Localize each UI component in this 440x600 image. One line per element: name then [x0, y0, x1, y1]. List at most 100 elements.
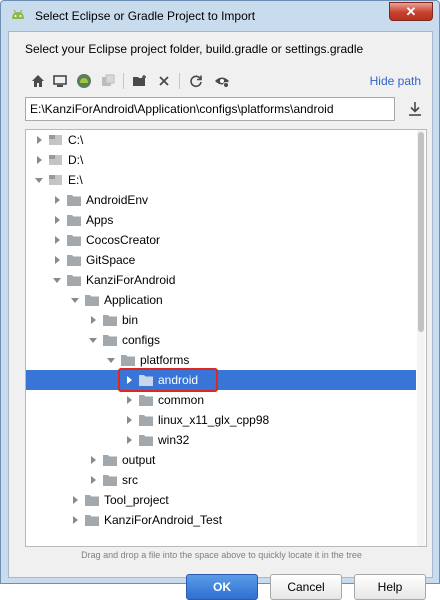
- folder-icon: [67, 275, 81, 286]
- tree-scrollbar[interactable]: [417, 130, 425, 546]
- tree-item-label: platforms: [140, 353, 190, 367]
- ok-button[interactable]: OK: [186, 574, 258, 600]
- android-project-icon[interactable]: [73, 70, 95, 92]
- chevron-right-icon[interactable]: [86, 473, 100, 487]
- drive-icon: [49, 155, 62, 165]
- cancel-button[interactable]: Cancel: [270, 574, 342, 600]
- tree-item-label: CocosCreator: [86, 233, 161, 247]
- refresh-icon[interactable]: [185, 70, 207, 92]
- chevron-down-icon[interactable]: [50, 273, 64, 287]
- drive-icon: [49, 175, 62, 185]
- home-icon[interactable]: [27, 70, 49, 92]
- tree-row[interactable]: configs: [26, 330, 416, 350]
- folder-icon: [139, 435, 153, 446]
- tree-item-label: configs: [122, 333, 161, 347]
- tree-row[interactable]: AndroidEnv: [26, 190, 416, 210]
- chevron-right-icon[interactable]: [122, 413, 136, 427]
- folder-icon: [67, 195, 81, 206]
- module-icon[interactable]: [97, 70, 119, 92]
- window-title: Select Eclipse or Gradle Project to Impo…: [35, 9, 256, 23]
- tree-item-label: AndroidEnv: [86, 193, 149, 207]
- chevron-right-icon[interactable]: [68, 493, 82, 507]
- help-button[interactable]: Help: [354, 574, 426, 600]
- dialog-window: Select Eclipse or Gradle Project to Impo…: [0, 0, 440, 600]
- tree-row[interactable]: output: [26, 450, 416, 470]
- chevron-right-icon[interactable]: [86, 313, 100, 327]
- chevron-right-icon[interactable]: [122, 433, 136, 447]
- android-studio-icon: [12, 9, 24, 19]
- dialog-content: Select your Eclipse project folder, buil…: [8, 31, 433, 600]
- path-row: [25, 97, 425, 121]
- tree-row[interactable]: Application: [26, 290, 416, 310]
- toolbar-separator: [123, 73, 124, 89]
- tree-row[interactable]: Apps: [26, 210, 416, 230]
- tree-item-label: D:\: [68, 153, 84, 167]
- tree-row[interactable]: win32: [26, 430, 416, 450]
- tree-item-label: src: [122, 473, 138, 487]
- hide-path-link[interactable]: Hide path: [370, 74, 421, 88]
- close-button[interactable]: ✕: [389, 2, 433, 21]
- instruction-text: Select your Eclipse project folder, buil…: [25, 42, 364, 56]
- tree-row[interactable]: common: [26, 390, 416, 410]
- tree-item-label: Tool_project: [104, 493, 169, 507]
- download-icon[interactable]: [405, 99, 425, 119]
- drive-icon: [49, 135, 62, 145]
- chevron-right-icon[interactable]: [50, 193, 64, 207]
- chevron-down-icon[interactable]: [32, 173, 46, 187]
- title-bar[interactable]: Select Eclipse or Gradle Project to Impo…: [1, 1, 439, 31]
- folder-icon: [85, 515, 99, 526]
- delete-icon[interactable]: [153, 70, 175, 92]
- folder-icon: [121, 355, 135, 366]
- tree-item-label: common: [158, 393, 205, 407]
- path-input[interactable]: [25, 97, 395, 121]
- tree-row[interactable]: C:\: [26, 130, 416, 150]
- annotation-highlight-box: [118, 368, 218, 392]
- chevron-right-icon[interactable]: [122, 393, 136, 407]
- chevron-right-icon[interactable]: [86, 453, 100, 467]
- tree-item-label: GitSpace: [86, 253, 136, 267]
- folder-icon: [103, 475, 117, 486]
- file-tree[interactable]: C:\ D:\ E:\ AndroidEnv Apps CocosCreator GitSp…: [25, 129, 427, 547]
- tree-row[interactable]: D:\: [26, 150, 416, 170]
- tree-item-label: KanziForAndroid: [86, 273, 176, 287]
- chevron-right-icon[interactable]: [68, 513, 82, 527]
- chevron-right-icon[interactable]: [32, 153, 46, 167]
- folder-icon: [103, 455, 117, 466]
- tree-row[interactable]: E:\: [26, 170, 416, 190]
- tree-item-label: C:\: [68, 133, 84, 147]
- tree-row[interactable]: GitSpace: [26, 250, 416, 270]
- tree-item-label: linux_x11_glx_cpp98: [158, 413, 270, 427]
- chevron-down-icon[interactable]: [86, 333, 100, 347]
- tree-row[interactable]: platforms: [26, 350, 416, 370]
- tree-row[interactable]: CocosCreator: [26, 230, 416, 250]
- tree-item-label: E:\: [68, 173, 83, 187]
- chevron-right-icon[interactable]: [50, 233, 64, 247]
- tree-row[interactable]: bin: [26, 310, 416, 330]
- chevron-right-icon[interactable]: [50, 253, 64, 267]
- folder-icon: [85, 495, 99, 506]
- tree-row[interactable]: Tool_project: [26, 490, 416, 510]
- scroll-thumb[interactable]: [418, 132, 424, 332]
- tree-item-label: win32: [158, 433, 190, 447]
- folder-icon: [67, 255, 81, 266]
- chevron-right-icon[interactable]: [32, 133, 46, 147]
- tree-row-selected[interactable]: android: [26, 370, 416, 390]
- drag-drop-hint: Drag and drop a file into the space abov…: [81, 550, 362, 560]
- toolbar: Hide path: [25, 70, 425, 92]
- tree-row[interactable]: KanziForAndroid: [26, 270, 416, 290]
- tree-item-label: Application: [104, 293, 163, 307]
- tree-item-label: bin: [122, 313, 139, 327]
- folder-icon: [103, 335, 117, 346]
- chevron-down-icon[interactable]: [104, 353, 118, 367]
- chevron-down-icon[interactable]: [68, 293, 82, 307]
- chevron-right-icon[interactable]: [50, 213, 64, 227]
- tree-row[interactable]: linux_x11_glx_cpp98: [26, 410, 416, 430]
- tree-row[interactable]: KanziForAndroid_Test: [26, 510, 416, 530]
- tree-row[interactable]: src: [26, 470, 416, 490]
- toolbar-separator: [179, 73, 180, 89]
- folder-icon: [139, 415, 153, 426]
- new-folder-icon[interactable]: [129, 70, 151, 92]
- desktop-icon[interactable]: [49, 70, 71, 92]
- show-hidden-icon[interactable]: [211, 70, 233, 92]
- tree-item-label: output: [122, 453, 156, 467]
